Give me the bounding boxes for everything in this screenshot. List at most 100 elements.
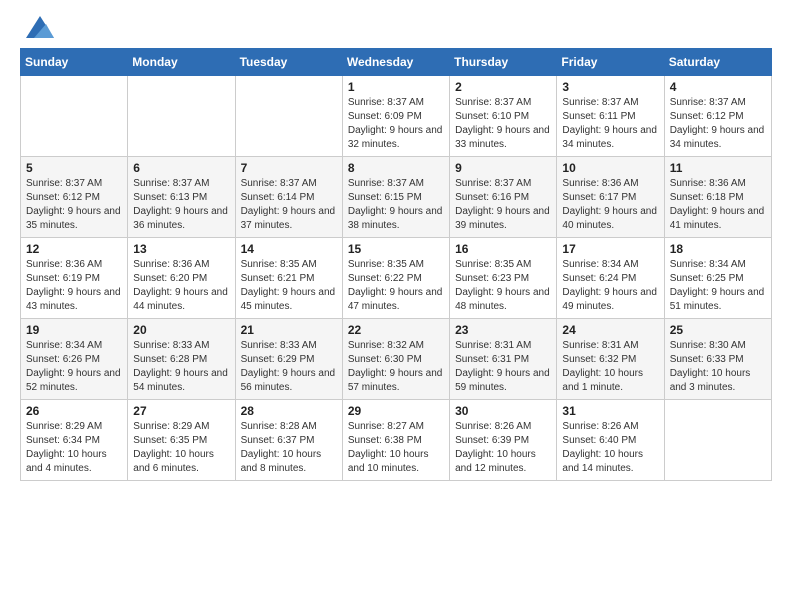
day-cell-20: 20 Sunrise: 8:33 AM Sunset: 6:28 PM Dayli…	[128, 319, 235, 400]
week-row-1: 1 Sunrise: 8:37 AM Sunset: 6:09 PM Daylig…	[21, 76, 772, 157]
week-row-5: 26Sunrise: 8:29 AM Sunset: 6:34 PM Dayli…	[21, 400, 772, 481]
day-info: Sunrise: 8:34 AM Sunset: 6:24 PM Dayligh…	[562, 258, 658, 314]
day-number: 4	[670, 80, 766, 94]
day-cell-14: 14 Sunrise: 8:35 AM Sunset: 6:21 PM Dayli…	[235, 238, 342, 319]
day-number: 20	[133, 323, 229, 337]
day-cell-7: 7 Sunrise: 8:37 AM Sunset: 6:14 PM Daylig…	[235, 157, 342, 238]
day-info: Sunrise: 8:27 AM Sunset: 6:38 PM Dayligh…	[348, 420, 444, 476]
weekday-header-thursday: Thursday	[450, 49, 557, 76]
day-cell-1: 1 Sunrise: 8:37 AM Sunset: 6:09 PM Daylig…	[342, 76, 449, 157]
day-info: Sunrise: 8:31 AM Sunset: 6:31 PM Dayligh…	[455, 339, 551, 395]
day-info: Sunrise: 8:33 AM Sunset: 6:29 PM Dayligh…	[241, 339, 337, 395]
day-info: Sunrise: 8:36 AM Sunset: 6:19 PM Dayligh…	[26, 258, 122, 314]
day-cell-24: 24Sunrise: 8:31 AM Sunset: 6:32 PM Dayli…	[557, 319, 664, 400]
logo	[20, 16, 54, 38]
day-info: Sunrise: 8:34 AM Sunset: 6:25 PM Dayligh…	[670, 258, 766, 314]
day-number: 3	[562, 80, 658, 94]
day-info: Sunrise: 8:35 AM Sunset: 6:21 PM Dayligh…	[241, 258, 337, 314]
day-cell-3: 3 Sunrise: 8:37 AM Sunset: 6:11 PM Daylig…	[557, 76, 664, 157]
day-info: Sunrise: 8:35 AM Sunset: 6:22 PM Dayligh…	[348, 258, 444, 314]
empty-cell	[235, 76, 342, 157]
day-number: 22	[348, 323, 444, 337]
day-cell-30: 30Sunrise: 8:26 AM Sunset: 6:39 PM Dayli…	[450, 400, 557, 481]
day-cell-4: 4 Sunrise: 8:37 AM Sunset: 6:12 PM Daylig…	[664, 76, 771, 157]
day-cell-12: 12 Sunrise: 8:36 AM Sunset: 6:19 PM Dayli…	[21, 238, 128, 319]
day-cell-17: 17 Sunrise: 8:34 AM Sunset: 6:24 PM Dayli…	[557, 238, 664, 319]
day-cell-25: 25Sunrise: 8:30 AM Sunset: 6:33 PM Dayli…	[664, 319, 771, 400]
day-info: Sunrise: 8:37 AM Sunset: 6:12 PM Dayligh…	[26, 177, 122, 233]
day-cell-22: 22Sunrise: 8:32 AM Sunset: 6:30 PM Dayli…	[342, 319, 449, 400]
day-number: 5	[26, 161, 122, 175]
calendar-table: SundayMondayTuesdayWednesdayThursdayFrid…	[20, 48, 772, 481]
day-cell-6: 6 Sunrise: 8:37 AM Sunset: 6:13 PM Daylig…	[128, 157, 235, 238]
day-info: Sunrise: 8:28 AM Sunset: 6:37 PM Dayligh…	[241, 420, 337, 476]
day-info: Sunrise: 8:34 AM Sunset: 6:26 PM Dayligh…	[26, 339, 122, 395]
day-number: 1	[348, 80, 444, 94]
day-cell-28: 28 Sunrise: 8:28 AM Sunset: 6:37 PM Dayli…	[235, 400, 342, 481]
day-cell-26: 26Sunrise: 8:29 AM Sunset: 6:34 PM Dayli…	[21, 400, 128, 481]
day-info: Sunrise: 8:26 AM Sunset: 6:40 PM Dayligh…	[562, 420, 658, 476]
day-number: 27	[133, 404, 229, 418]
day-cell-31: 31Sunrise: 8:26 AM Sunset: 6:40 PM Dayli…	[557, 400, 664, 481]
day-cell-10: 10 Sunrise: 8:36 AM Sunset: 6:17 PM Dayli…	[557, 157, 664, 238]
day-number: 11	[670, 161, 766, 175]
weekday-header-friday: Friday	[557, 49, 664, 76]
day-number: 29	[348, 404, 444, 418]
day-cell-19: 19 Sunrise: 8:34 AM Sunset: 6:26 PM Dayli…	[21, 319, 128, 400]
day-number: 19	[26, 323, 122, 337]
day-cell-16: 16Sunrise: 8:35 AM Sunset: 6:23 PM Dayli…	[450, 238, 557, 319]
day-cell-2: 2 Sunrise: 8:37 AM Sunset: 6:10 PM Daylig…	[450, 76, 557, 157]
logo-icon	[26, 16, 54, 38]
day-cell-27: 27 Sunrise: 8:29 AM Sunset: 6:35 PM Dayli…	[128, 400, 235, 481]
weekday-header-monday: Monday	[128, 49, 235, 76]
day-number: 14	[241, 242, 337, 256]
day-info: Sunrise: 8:36 AM Sunset: 6:17 PM Dayligh…	[562, 177, 658, 233]
day-info: Sunrise: 8:37 AM Sunset: 6:16 PM Dayligh…	[455, 177, 551, 233]
day-number: 10	[562, 161, 658, 175]
day-info: Sunrise: 8:37 AM Sunset: 6:14 PM Dayligh…	[241, 177, 337, 233]
day-info: Sunrise: 8:37 AM Sunset: 6:10 PM Dayligh…	[455, 96, 551, 152]
day-info: Sunrise: 8:36 AM Sunset: 6:18 PM Dayligh…	[670, 177, 766, 233]
weekday-header-sunday: Sunday	[21, 49, 128, 76]
day-number: 9	[455, 161, 551, 175]
day-cell-23: 23 Sunrise: 8:31 AM Sunset: 6:31 PM Dayli…	[450, 319, 557, 400]
day-number: 15	[348, 242, 444, 256]
day-number: 7	[241, 161, 337, 175]
day-cell-21: 21 Sunrise: 8:33 AM Sunset: 6:29 PM Dayli…	[235, 319, 342, 400]
day-number: 23	[455, 323, 551, 337]
day-info: Sunrise: 8:37 AM Sunset: 6:11 PM Dayligh…	[562, 96, 658, 152]
day-number: 2	[455, 80, 551, 94]
day-number: 21	[241, 323, 337, 337]
day-number: 13	[133, 242, 229, 256]
empty-cell	[128, 76, 235, 157]
day-info: Sunrise: 8:37 AM Sunset: 6:12 PM Dayligh…	[670, 96, 766, 152]
day-number: 26	[26, 404, 122, 418]
day-number: 30	[455, 404, 551, 418]
day-cell-29: 29 Sunrise: 8:27 AM Sunset: 6:38 PM Dayli…	[342, 400, 449, 481]
week-row-3: 12 Sunrise: 8:36 AM Sunset: 6:19 PM Dayli…	[21, 238, 772, 319]
weekday-header-tuesday: Tuesday	[235, 49, 342, 76]
day-cell-18: 18 Sunrise: 8:34 AM Sunset: 6:25 PM Dayli…	[664, 238, 771, 319]
day-cell-5: 5 Sunrise: 8:37 AM Sunset: 6:12 PM Daylig…	[21, 157, 128, 238]
day-info: Sunrise: 8:37 AM Sunset: 6:09 PM Dayligh…	[348, 96, 444, 152]
week-row-2: 5 Sunrise: 8:37 AM Sunset: 6:12 PM Daylig…	[21, 157, 772, 238]
weekday-header-row: SundayMondayTuesdayWednesdayThursdayFrid…	[21, 49, 772, 76]
day-number: 17	[562, 242, 658, 256]
day-number: 28	[241, 404, 337, 418]
day-number: 12	[26, 242, 122, 256]
day-info: Sunrise: 8:33 AM Sunset: 6:28 PM Dayligh…	[133, 339, 229, 395]
day-number: 6	[133, 161, 229, 175]
day-info: Sunrise: 8:37 AM Sunset: 6:13 PM Dayligh…	[133, 177, 229, 233]
weekday-header-saturday: Saturday	[664, 49, 771, 76]
empty-cell	[664, 400, 771, 481]
day-cell-13: 13Sunrise: 8:36 AM Sunset: 6:20 PM Dayli…	[128, 238, 235, 319]
day-cell-8: 8Sunrise: 8:37 AM Sunset: 6:15 PM Daylig…	[342, 157, 449, 238]
day-cell-9: 9 Sunrise: 8:37 AM Sunset: 6:16 PM Daylig…	[450, 157, 557, 238]
day-number: 18	[670, 242, 766, 256]
empty-cell	[21, 76, 128, 157]
day-info: Sunrise: 8:29 AM Sunset: 6:35 PM Dayligh…	[133, 420, 229, 476]
day-cell-11: 11 Sunrise: 8:36 AM Sunset: 6:18 PM Dayli…	[664, 157, 771, 238]
day-info: Sunrise: 8:35 AM Sunset: 6:23 PM Dayligh…	[455, 258, 551, 314]
day-number: 24	[562, 323, 658, 337]
day-number: 25	[670, 323, 766, 337]
